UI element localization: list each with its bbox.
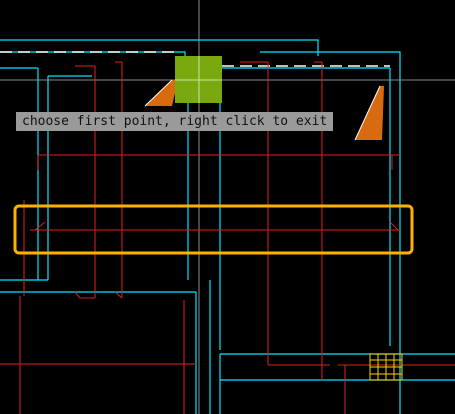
command-prompt-tooltip: choose first point, right click to exit [16,112,334,131]
selected-block[interactable] [175,56,222,103]
cad-drawing-canvas[interactable] [0,0,455,414]
